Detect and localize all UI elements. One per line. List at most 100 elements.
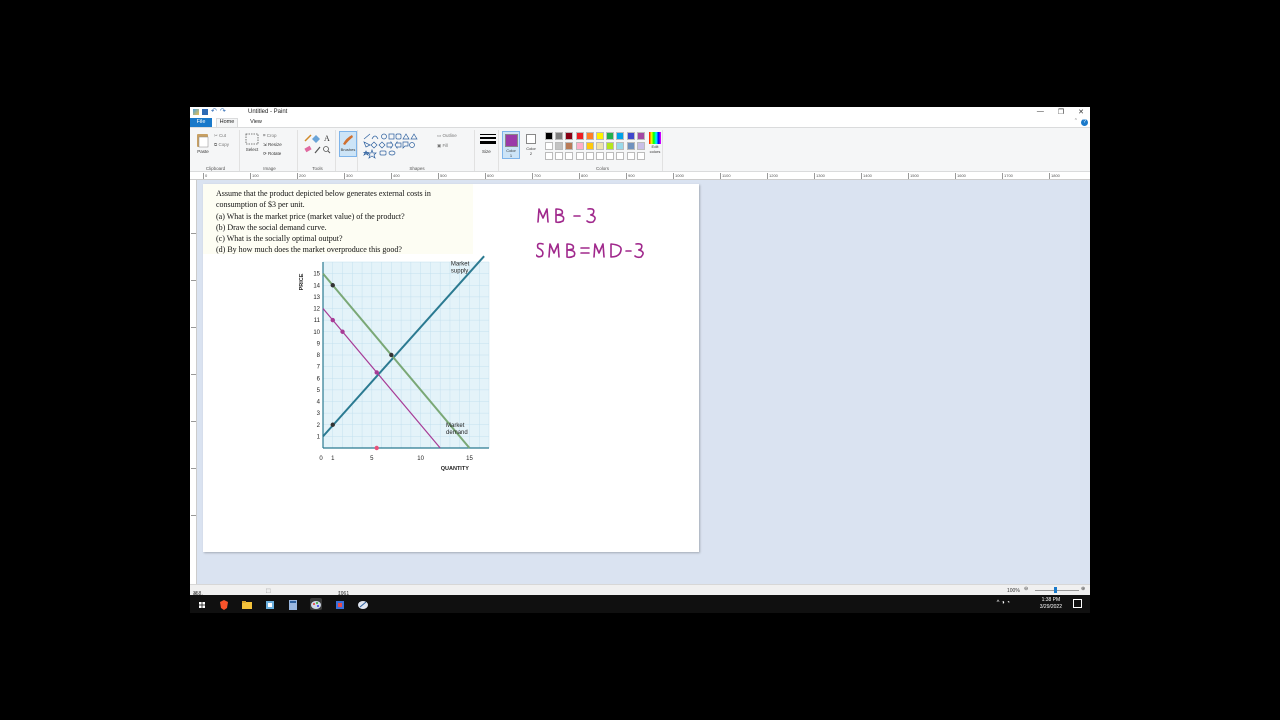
palette-swatch[interactable] [555, 142, 564, 150]
palette-swatch[interactable] [616, 142, 625, 150]
resize-button[interactable]: ⇲ Resize [263, 142, 282, 148]
palette-swatch[interactable] [575, 142, 584, 150]
tab-file[interactable]: File [190, 118, 212, 127]
edit-colors-label: Edit colors [649, 144, 661, 154]
color1-label: Color 1 [506, 148, 516, 158]
custom-color-slot[interactable] [636, 152, 645, 160]
rotate-button[interactable]: ⟳ Rotate [263, 151, 281, 157]
svg-text:A: A [324, 134, 330, 143]
x-tick-label: 1 [331, 456, 335, 462]
calculator-icon[interactable] [287, 598, 299, 610]
y-tick-label: 11 [314, 318, 321, 324]
select-button[interactable]: Select [244, 132, 260, 158]
clock[interactable]: 1:38 PM 3/29/2022 [1040, 597, 1062, 611]
custom-color-slot[interactable] [565, 152, 574, 160]
custom-color-slot[interactable] [545, 152, 553, 160]
custom-color-slot[interactable] [585, 152, 594, 160]
outline-label: Outline [442, 133, 457, 138]
data-point [374, 370, 379, 375]
palette-swatch[interactable] [636, 132, 645, 140]
app-icon-7[interactable] [357, 598, 369, 610]
selection-icon: ⬚ [266, 588, 271, 594]
custom-color-slot[interactable] [596, 152, 604, 160]
y-tick-label: 14 [313, 283, 320, 289]
color1-button[interactable]: Color 1 [502, 131, 520, 159]
maximize-button[interactable]: ❐ [1058, 108, 1064, 116]
paste-icon [197, 134, 209, 148]
palette-swatch[interactable] [575, 132, 584, 140]
custom-color-slot[interactable] [616, 152, 625, 160]
cut-button[interactable]: ✂ Cut [214, 133, 226, 139]
file-explorer-icon[interactable] [241, 598, 253, 610]
brushes-group[interactable]: Brushes [338, 130, 358, 171]
shapes-gallery[interactable] [362, 133, 434, 159]
x-tick-label: 15 [466, 456, 473, 462]
paint-taskbar-icon[interactable] [310, 598, 322, 610]
crop-button[interactable]: ⌗ Crop [263, 133, 277, 138]
palette-swatch[interactable] [606, 142, 615, 150]
system-tray-icons[interactable]: ^ ◑ ◔ [997, 600, 1010, 606]
palette-swatch[interactable] [545, 132, 553, 140]
palette-swatch[interactable] [636, 142, 645, 150]
windows-start-button[interactable] [196, 598, 208, 610]
fill-button[interactable]: ▣ Fill [437, 143, 448, 149]
palette-swatch[interactable] [565, 132, 574, 140]
horizontal-ruler: 0 100 200 300 400 500 600 700 800 900 1000 1100 1200… [190, 173, 1090, 180]
tab-home[interactable]: Home [216, 118, 238, 127]
x-tick-label: 10 [417, 456, 424, 462]
color2-label: Color 2 [526, 146, 536, 156]
outline-button[interactable]: ▭ Outline [437, 133, 457, 139]
palette-swatch[interactable] [585, 132, 594, 140]
app-icon-3[interactable] [264, 598, 276, 610]
palette-swatch[interactable] [565, 142, 574, 150]
redo-icon[interactable]: ↷ [220, 108, 226, 115]
palette-swatch[interactable] [626, 142, 635, 150]
custom-color-slot[interactable] [555, 152, 564, 160]
palette-swatch[interactable] [606, 132, 615, 140]
save-icon[interactable] [202, 109, 208, 115]
data-point [330, 422, 335, 427]
problem-text: Assume that the product depicted below g… [203, 184, 473, 254]
tab-view[interactable]: View [246, 118, 266, 127]
data-point [374, 445, 379, 451]
palette-swatch[interactable] [555, 132, 564, 140]
drawing-canvas[interactable]: Assume that the product depicted below g… [203, 184, 699, 552]
color2-button[interactable]: Color 2 [522, 131, 540, 159]
image-group-label: Image [263, 166, 276, 171]
color-palette [543, 132, 648, 162]
copy-button[interactable]: ⧉ Copy [214, 142, 229, 147]
fill-label: Fill [442, 143, 449, 148]
palette-swatch[interactable] [626, 132, 635, 140]
palette-swatch[interactable] [545, 142, 553, 150]
handwritten-notes [536, 208, 644, 259]
select-label: Select [245, 147, 259, 152]
minimize-button[interactable]: — [1037, 108, 1044, 116]
notification-icon[interactable] [1073, 599, 1082, 608]
close-button[interactable]: ✕ [1078, 108, 1084, 116]
supply-demand-graph: 1 2 3 4 5 6 7 8 9 10 11 12 13 14 15 0 1 5 10 15 PRICE QUANTIT… [299, 254, 499, 484]
help-icon[interactable]: ? [1081, 119, 1088, 126]
zoom-slider-thumb[interactable] [1054, 587, 1057, 593]
zoom-slider[interactable] [1035, 590, 1079, 591]
edit-colors-button[interactable]: Edit colors [647, 132, 663, 158]
ruler-mark: 500 [438, 173, 447, 179]
palette-swatch[interactable] [585, 142, 594, 150]
question-a: (a) What is the market price (market val… [216, 211, 405, 221]
custom-color-slot[interactable] [575, 152, 584, 160]
palette-swatch[interactable] [596, 132, 604, 140]
paste-button[interactable]: Paste [196, 132, 210, 156]
undo-icon[interactable]: ↶ [211, 108, 217, 115]
ruler-mark: 100 [250, 173, 259, 179]
app-icon-6[interactable] [334, 598, 346, 610]
zoom-in-button[interactable]: ⊕ [1081, 586, 1085, 592]
custom-color-slot[interactable] [606, 152, 615, 160]
supply-annotation: Market supply [451, 261, 470, 274]
palette-swatch[interactable] [616, 132, 625, 140]
palette-swatch[interactable] [596, 142, 604, 150]
size-group[interactable]: Size [477, 130, 499, 171]
custom-color-slot[interactable] [626, 152, 635, 160]
zoom-out-button[interactable]: ⊖ [1024, 586, 1028, 592]
ruler-mark: 1200 [767, 173, 778, 179]
collapse-ribbon-icon[interactable]: ⌃ [1074, 118, 1078, 124]
brave-browser-icon[interactable] [218, 598, 230, 610]
